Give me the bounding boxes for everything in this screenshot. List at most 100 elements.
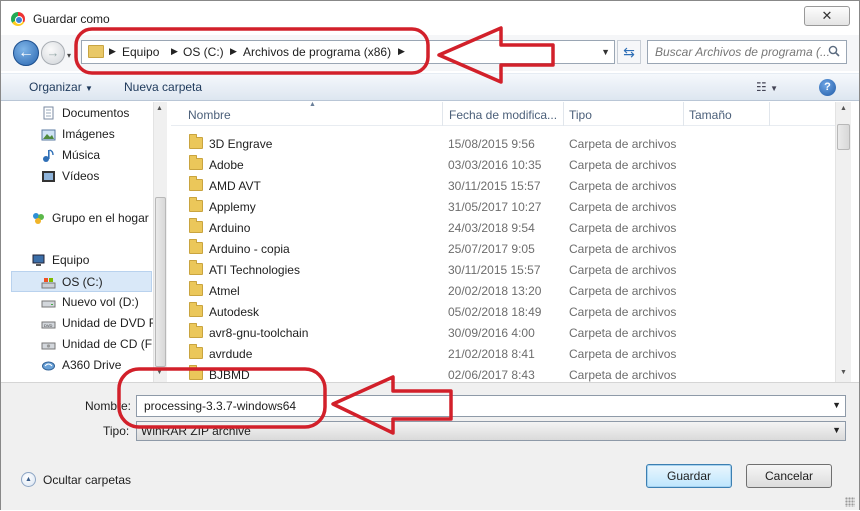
- nav-item-documentos[interactable]: Documentos: [1, 103, 153, 124]
- column-divider[interactable]: [769, 102, 770, 126]
- new-folder-button[interactable]: Nueva carpeta: [124, 80, 202, 94]
- close-button[interactable]: ✕: [804, 6, 850, 26]
- change-view-button[interactable]: ☷ ▼: [756, 80, 790, 96]
- videos-icon: [42, 171, 55, 182]
- table-row[interactable]: ATI Technologies 30/11/2015 15:57 Carpeta …: [171, 259, 835, 280]
- nav-item-label: Unidad de DVD R: [62, 316, 153, 330]
- column-header-fecha[interactable]: Fecha de modifica...: [449, 108, 557, 122]
- row-type: Carpeta de archivos: [569, 200, 677, 214]
- row-type: Carpeta de archivos: [569, 137, 677, 151]
- help-icon[interactable]: ?: [819, 79, 836, 96]
- nav-item-label: Nuevo vol (D:): [62, 295, 139, 309]
- navigation-pane-scrollbar[interactable]: ▲ ▼: [153, 102, 167, 382]
- row-type: Carpeta de archivos: [569, 284, 677, 298]
- nav-item-a360-drive[interactable]: A360 Drive: [1, 355, 153, 376]
- table-row[interactable]: avrdude 21/02/2018 8:41 Carpeta de archivo…: [171, 343, 835, 364]
- recent-locations-dropdown-icon[interactable]: ▾: [67, 51, 71, 60]
- a360-drive-icon: [42, 361, 55, 371]
- breadcrumb-archivos-de-programa[interactable]: Archivos de programa (x86): [243, 45, 391, 59]
- breadcrumb-separator-icon[interactable]: ▶: [398, 46, 405, 57]
- back-arrow-icon[interactable]: ←: [13, 40, 39, 66]
- scrollbar-thumb[interactable]: [837, 124, 850, 150]
- nav-item-equipo[interactable]: Equipo: [1, 250, 153, 271]
- breadcrumb-equipo[interactable]: Equipo: [122, 45, 159, 59]
- folder-icon: [189, 344, 203, 359]
- cancel-button[interactable]: Cancelar: [746, 464, 832, 488]
- table-row[interactable]: Arduino - copia 25/07/2017 9:05 Carpeta de…: [171, 238, 835, 259]
- nav-item-imagenes[interactable]: Imágenes: [1, 124, 153, 145]
- chevron-down-icon[interactable]: ▼: [832, 400, 841, 410]
- folder-icon: [189, 239, 203, 254]
- table-row[interactable]: Arduino 24/03/2018 9:54 Carpeta de archivo…: [171, 217, 835, 238]
- details-view-icon: ☷: [756, 80, 767, 94]
- scroll-down-icon[interactable]: ▼: [840, 369, 847, 376]
- chevron-down-icon[interactable]: ▼: [832, 425, 841, 435]
- file-type-select[interactable]: WinRAR ZIP archive ▼: [136, 421, 846, 441]
- title-bar[interactable]: Guardar como ✕: [1, 1, 859, 35]
- homegroup-icon: [33, 213, 44, 224]
- row-name: AMD AVT: [209, 179, 261, 193]
- row-type: Carpeta de archivos: [569, 368, 677, 382]
- scroll-up-icon[interactable]: ▲: [156, 105, 163, 112]
- folder-icon: [189, 323, 203, 338]
- breadcrumb-separator-icon[interactable]: ▶: [230, 46, 237, 57]
- nav-item-unidad-de-cd[interactable]: Unidad de CD (F:: [1, 334, 153, 355]
- breadcrumb-os-c[interactable]: OS (C:): [183, 45, 224, 59]
- organize-button[interactable]: Organizar ▼: [29, 80, 93, 94]
- search-icon: [828, 45, 840, 57]
- file-type-label: Tipo:: [103, 424, 130, 438]
- search-input[interactable]: Buscar Archivos de programa (...: [647, 40, 847, 64]
- nav-item-nuevo-vol-d[interactable]: Nuevo vol (D:): [1, 292, 153, 313]
- save-button[interactable]: Guardar: [646, 464, 732, 488]
- row-name: BJBMD: [209, 368, 250, 382]
- breadcrumb-separator-icon[interactable]: ▶: [109, 46, 116, 57]
- nav-item-unidad-de-dvd[interactable]: DVD Unidad de DVD R: [1, 313, 153, 334]
- table-row[interactable]: Adobe 03/03/2016 10:35 Carpeta de archivos: [171, 154, 835, 175]
- resize-grip-icon[interactable]: [845, 497, 855, 507]
- row-name: Arduino - copia: [209, 242, 290, 256]
- nav-item-grupo-en-el-hogar[interactable]: Grupo en el hogar: [1, 208, 153, 229]
- scrollbar-thumb[interactable]: [155, 197, 166, 367]
- table-row[interactable]: AMD AVT 30/11/2015 15:57 Carpeta de archiv…: [171, 175, 835, 196]
- nav-item-os-c[interactable]: OS (C:): [11, 271, 152, 292]
- row-name: Autodesk: [209, 305, 260, 319]
- column-header-tipo[interactable]: Tipo: [569, 108, 592, 122]
- refresh-icon[interactable]: ⇆: [617, 40, 641, 64]
- save-options-panel: Nombre: processing-3.3.7-windows64 ▼ Tip…: [1, 382, 859, 510]
- file-list-header: ▲ Nombre Fecha de modifica... Tipo Tamañ…: [171, 101, 835, 126]
- nav-item-label: Unidad de CD (F:: [62, 337, 153, 351]
- column-header-tamano[interactable]: Tamaño: [689, 108, 732, 122]
- file-name-input[interactable]: processing-3.3.7-windows64 ▼: [136, 395, 846, 417]
- column-divider[interactable]: [683, 102, 684, 126]
- scroll-up-icon[interactable]: ▲: [840, 105, 847, 112]
- collapse-chevron-icon: ▲: [21, 472, 36, 487]
- nav-item-label: Imágenes: [62, 127, 115, 141]
- column-divider[interactable]: [563, 102, 564, 126]
- organize-label: Organizar: [29, 80, 82, 94]
- nav-item-label: Documentos: [62, 106, 130, 120]
- nav-item-videos[interactable]: Vídeos: [1, 166, 153, 187]
- nav-item-label: Equipo: [52, 253, 90, 267]
- nav-item-musica[interactable]: Música: [1, 145, 153, 166]
- column-header-nombre[interactable]: Nombre: [188, 108, 231, 122]
- drive-c-icon: [41, 278, 56, 289]
- svg-text:DVD: DVD: [44, 323, 53, 328]
- table-row[interactable]: avr8-gnu-toolchain 30/09/2016 4:00 Carpeta…: [171, 322, 835, 343]
- nav-item-label: Grupo en el hogar: [52, 211, 149, 225]
- breadcrumb-separator-icon[interactable]: ▶: [171, 46, 178, 57]
- address-bar[interactable]: ▶ Equipo ▶ OS (C:) ▶ Archivos de program…: [81, 40, 615, 64]
- chrome-icon: [11, 12, 25, 26]
- file-list-scrollbar[interactable]: ▲ ▼: [835, 102, 851, 382]
- chevron-down-icon: ▼: [770, 84, 779, 93]
- table-row[interactable]: Autodesk 05/02/2018 18:49 Carpeta de archi…: [171, 301, 835, 322]
- file-name-value: processing-3.3.7-windows64: [144, 399, 297, 413]
- column-divider[interactable]: [442, 102, 443, 126]
- table-row[interactable]: Atmel 20/02/2018 13:20 Carpeta de archivos: [171, 280, 835, 301]
- table-row[interactable]: 3D Engrave 15/08/2015 9:56 Carpeta de arch…: [171, 133, 835, 154]
- forward-arrow-icon[interactable]: →: [41, 41, 65, 65]
- drive-d-icon: [41, 300, 56, 308]
- scroll-down-icon[interactable]: ▼: [156, 369, 163, 376]
- row-type: Carpeta de archivos: [569, 263, 677, 277]
- address-dropdown-icon[interactable]: ▼: [601, 47, 610, 57]
- table-row[interactable]: Applemy 31/05/2017 10:27 Carpeta de archiv…: [171, 196, 835, 217]
